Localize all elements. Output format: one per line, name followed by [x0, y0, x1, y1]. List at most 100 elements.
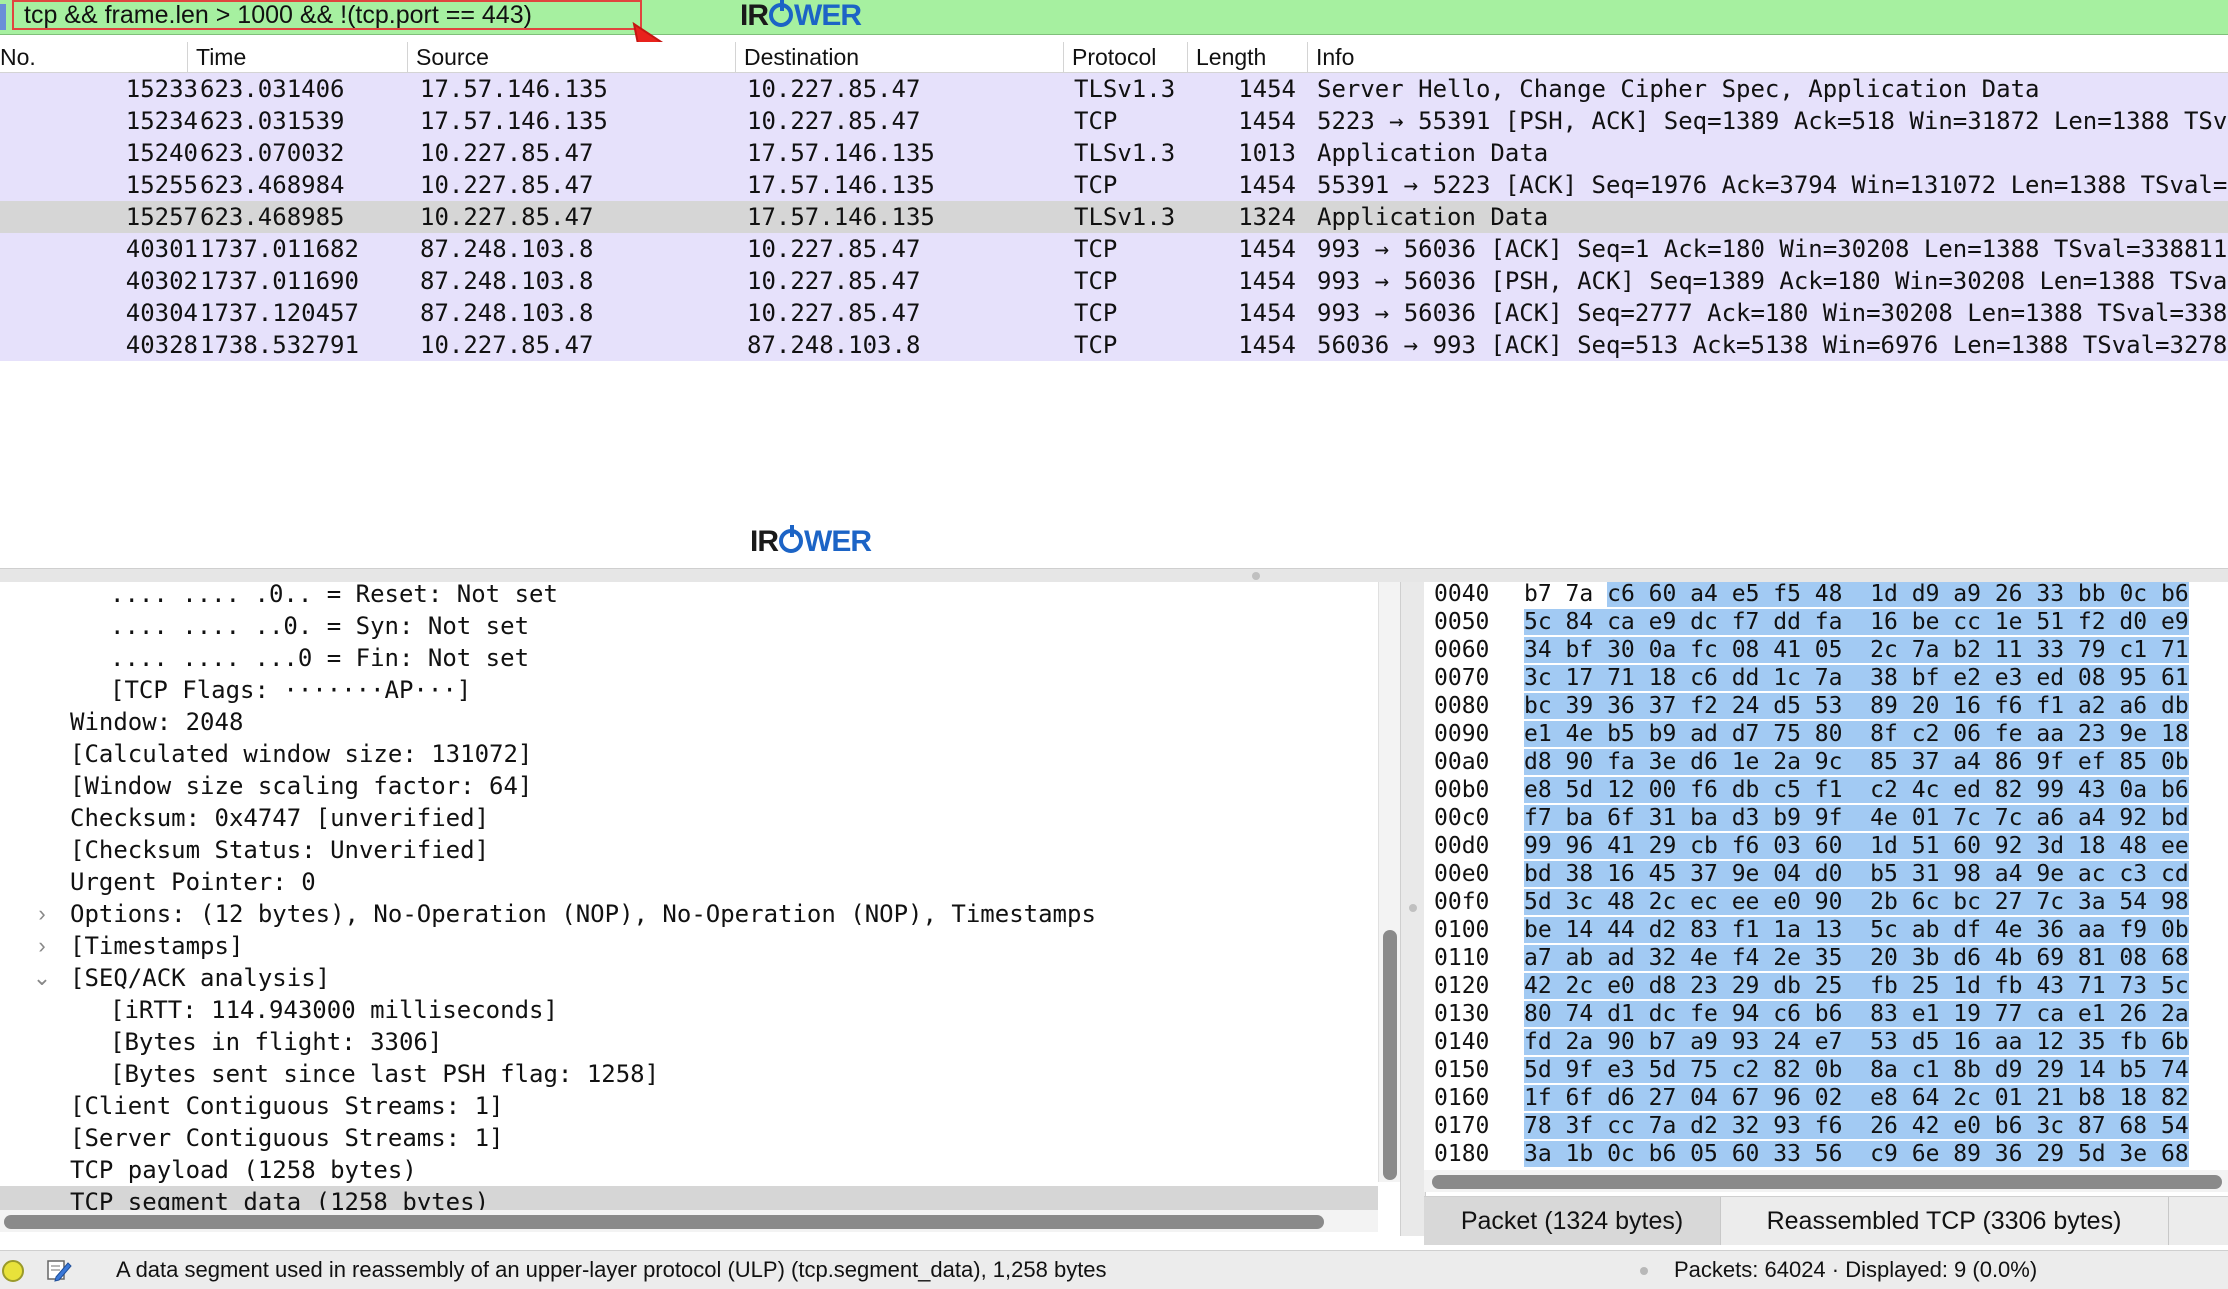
- detail-tree-item[interactable]: [TCP Flags: ·······AP···]: [110, 674, 471, 706]
- hex-offset: 0090: [1434, 721, 1490, 747]
- packet-cell-src: 17.57.146.135: [420, 75, 608, 103]
- hex-bytes[interactable]: 34 bf 30 0a fc 08 41 05 2c 7a b2 11 33 7…: [1524, 636, 2189, 664]
- packet-cell-proto: TCP: [1074, 171, 1118, 199]
- hex-bytes[interactable]: 1f 6f d6 27 04 67 96 02 e8 64 2c 01 21 b…: [1524, 1084, 2189, 1112]
- hex-bytes[interactable]: 99 96 41 29 cb f6 03 60 1d 51 60 92 3d 1…: [1524, 832, 2189, 860]
- packet-row[interactable]: 15233 623.031406 17.57.146.135 10.227.85.47…: [0, 73, 2228, 105]
- packet-cell-dst: 10.227.85.47: [747, 235, 921, 263]
- hex-bytes[interactable]: bd 38 16 45 37 9e 04 d0 b5 31 98 a4 9e a…: [1524, 860, 2189, 888]
- hex-bytes[interactable]: 5c 84 ca e9 dc f7 dd fa 16 be cc 1e 51 f…: [1524, 608, 2189, 636]
- packet-row[interactable]: 40328 1738.532791 10.227.85.47 87.248.103.8…: [0, 329, 2228, 361]
- column-header-protocol[interactable]: Protocol: [1064, 42, 1188, 72]
- hex-bytes[interactable]: 5d 3c 48 2c ec ee e0 90 2b 6c bc 27 7c 3…: [1524, 888, 2189, 916]
- detail-tree-item[interactable]: [iRTT: 114.943000 milliseconds]: [110, 994, 558, 1026]
- packet-cell-len: 1324: [1238, 203, 1296, 231]
- display-filter-input[interactable]: [12, 0, 642, 30]
- column-header-source[interactable]: Source: [408, 42, 736, 72]
- capture-comment-edit-icon[interactable]: [46, 1257, 72, 1283]
- column-header-info[interactable]: Info: [1308, 42, 2228, 72]
- packet-cell-info: 993 → 56036 [PSH, ACK] Seq=1389 Ack=180 …: [1317, 267, 2228, 295]
- detail-tree-item[interactable]: [SEQ/ACK analysis]: [70, 962, 330, 994]
- packet-cell-dst: 17.57.146.135: [747, 139, 935, 167]
- packet-cell-src: 10.227.85.47: [420, 171, 594, 199]
- packet-row[interactable]: 40302 1737.011690 87.248.103.8 10.227.85.47…: [0, 265, 2228, 297]
- detail-tree-item[interactable]: Window: 2048: [70, 706, 243, 738]
- hex-offset: 0060: [1434, 637, 1490, 663]
- tab-reassembled-tcp[interactable]: Reassembled TCP (3306 bytes): [1720, 1197, 2169, 1245]
- detail-tree-item[interactable]: .... .... ...0 = Fin: Not set: [110, 642, 529, 674]
- detail-tree-item[interactable]: Urgent Pointer: 0: [70, 866, 316, 898]
- detail-tree-item[interactable]: [Client Contiguous Streams: 1]: [70, 1090, 503, 1122]
- packet-cell-len: 1454: [1238, 331, 1296, 359]
- detail-tree-item[interactable]: [Checksum Status: Unverified]: [70, 834, 489, 866]
- packet-cell-time: 623.031539: [200, 107, 345, 135]
- column-header-time[interactable]: Time: [188, 42, 408, 72]
- detail-tree-item[interactable]: Options: (12 bytes), No-Operation (NOP),…: [70, 898, 1096, 930]
- packet-cell-no: 15234: [125, 107, 198, 135]
- hex-bytes[interactable]: be 14 44 d2 83 f1 1a 13 5c ab df 4e 36 a…: [1524, 916, 2189, 944]
- hex-offset: 00a0: [1434, 749, 1490, 775]
- packet-row[interactable]: 15234 623.031539 17.57.146.135 10.227.85.47…: [0, 105, 2228, 137]
- hex-bytes[interactable]: f7 ba 6f 31 ba d3 b9 9f 4e 01 7c 7c a6 a…: [1524, 804, 2189, 832]
- packet-cell-info: Application Data: [1317, 139, 1549, 167]
- status-bar: A data segment used in reassembly of an …: [0, 1250, 2228, 1289]
- hex-bytes[interactable]: 3c 17 71 18 c6 dd 1c 7a 38 bf e2 e3 ed 0…: [1524, 664, 2189, 692]
- detail-tree-item[interactable]: [Window size scaling factor: 64]: [70, 770, 532, 802]
- detail-tree-item[interactable]: .... .... ..0. = Syn: Not set: [110, 610, 529, 642]
- hex-bytes[interactable]: e1 4e b5 b9 ad d7 75 80 8f c2 06 fe aa 2…: [1524, 720, 2189, 748]
- detail-tree-item[interactable]: [Bytes in flight: 3306]: [110, 1026, 442, 1058]
- column-header-destination[interactable]: Destination: [736, 42, 1064, 72]
- detail-tree-item[interactable]: .... .... .0.. = Reset: Not set: [110, 582, 558, 610]
- packet-row[interactable]: 15240 623.070032 10.227.85.47 17.57.146.135…: [0, 137, 2228, 169]
- packet-list-header: No. Time Source Destination Protocol Len…: [0, 42, 2228, 73]
- filter-bookmark-icon[interactable]: [0, 4, 6, 30]
- hex-offset: 0110: [1434, 945, 1490, 971]
- hex-offset: 0130: [1434, 1001, 1490, 1027]
- detail-tree-item[interactable]: Checksum: 0x4747 [unverified]: [70, 802, 489, 834]
- hex-bytes[interactable]: bc 39 36 37 f2 24 d5 53 89 20 16 f6 f1 a…: [1524, 692, 2189, 720]
- hex-bytes[interactable]: fd 2a 90 b7 a9 93 24 e7 53 d5 16 aa 12 3…: [1524, 1028, 2189, 1056]
- packet-row[interactable]: 15257 623.468985 10.227.85.47 17.57.146.135…: [0, 201, 2228, 233]
- hex-bytes[interactable]: 3a 1b 0c b6 05 60 33 56 c9 6e 89 36 29 5…: [1524, 1140, 2189, 1168]
- hex-bytes[interactable]: 5d 9f e3 5d 75 c2 82 0b 8a c1 8b d9 29 1…: [1524, 1056, 2189, 1084]
- hex-bytes[interactable]: 80 74 d1 dc fe 94 c6 b6 83 e1 19 77 ca e…: [1524, 1000, 2189, 1028]
- packet-cell-time: 1737.011682: [200, 235, 359, 263]
- packet-row[interactable]: 40301 1737.011682 87.248.103.8 10.227.85.47…: [0, 233, 2228, 265]
- status-message: A data segment used in reassembly of an …: [116, 1257, 1107, 1282]
- detail-tree-item[interactable]: [Bytes sent since last PSH flag: 1258]: [110, 1058, 659, 1090]
- bytes-tab-bar: Packet (1324 bytes) Reassembled TCP (330…: [1424, 1196, 2228, 1245]
- details-horizontal-scrollbar[interactable]: [0, 1210, 1378, 1232]
- chevron-down-icon[interactable]: ⌄: [32, 962, 52, 994]
- packet-row[interactable]: 40304 1737.120457 87.248.103.8 10.227.85.47…: [0, 297, 2228, 329]
- irpower-watermark-middle: IR WER: [750, 525, 872, 558]
- packet-cell-no: 40328: [125, 331, 198, 359]
- packet-cell-dst: 87.248.103.8: [747, 331, 921, 359]
- pane-splitter-vertical[interactable]: [1400, 582, 1426, 1236]
- packet-cell-time: 623.031406: [200, 75, 345, 103]
- packet-row[interactable]: 15255 623.468984 10.227.85.47 17.57.146.135…: [0, 169, 2228, 201]
- packet-cell-dst: 17.57.146.135: [747, 203, 935, 231]
- detail-tree-item[interactable]: [Timestamps]: [70, 930, 243, 962]
- expert-info-indicator-icon[interactable]: [2, 1260, 24, 1282]
- column-header-length[interactable]: Length: [1188, 42, 1308, 72]
- packet-cell-info: 5223 → 55391 [PSH, ACK] Seq=1389 Ack=518…: [1317, 107, 2228, 135]
- details-vertical-scrollbar[interactable]: [1378, 582, 1401, 1182]
- column-header-no[interactable]: No.: [0, 42, 188, 72]
- hex-offset: 0070: [1434, 665, 1490, 691]
- hex-bytes[interactable]: d8 90 fa 3e d6 1e 2a 9c 85 37 a4 86 9f e…: [1524, 748, 2189, 776]
- hex-bytes[interactable]: 42 2c e0 d8 23 29 db 25 fb 25 1d fb 43 7…: [1524, 972, 2189, 1000]
- bytes-horizontal-scrollbar[interactable]: [1424, 1170, 2228, 1192]
- hex-bytes[interactable]: a7 ab ad 32 4e f4 2e 35 20 3b d6 4b 69 8…: [1524, 944, 2189, 972]
- hex-bytes[interactable]: 78 3f cc 7a d2 32 93 f6 26 42 e0 b6 3c 8…: [1524, 1112, 2189, 1140]
- chevron-right-icon[interactable]: ›: [32, 898, 52, 930]
- hex-bytes[interactable]: b7 7a c6 60 a4 e5 f5 48 1d d9 a9 26 33 b…: [1524, 582, 2189, 608]
- packet-cell-time: 623.468985: [200, 203, 345, 231]
- detail-tree-item[interactable]: [Server Contiguous Streams: 1]: [70, 1122, 503, 1154]
- hex-bytes[interactable]: e8 5d 12 00 f6 db c5 f1 c2 4c ed 82 99 4…: [1524, 776, 2189, 804]
- packet-cell-time: 1738.532791: [200, 331, 359, 359]
- detail-tree-item[interactable]: TCP payload (1258 bytes): [70, 1154, 417, 1186]
- chevron-right-icon[interactable]: ›: [32, 930, 52, 962]
- tab-packet-bytes[interactable]: Packet (1324 bytes): [1424, 1197, 1721, 1245]
- packet-list: 15233 623.031406 17.57.146.135 10.227.85.47…: [0, 73, 2228, 361]
- detail-tree-item[interactable]: [Calculated window size: 131072]: [70, 738, 532, 770]
